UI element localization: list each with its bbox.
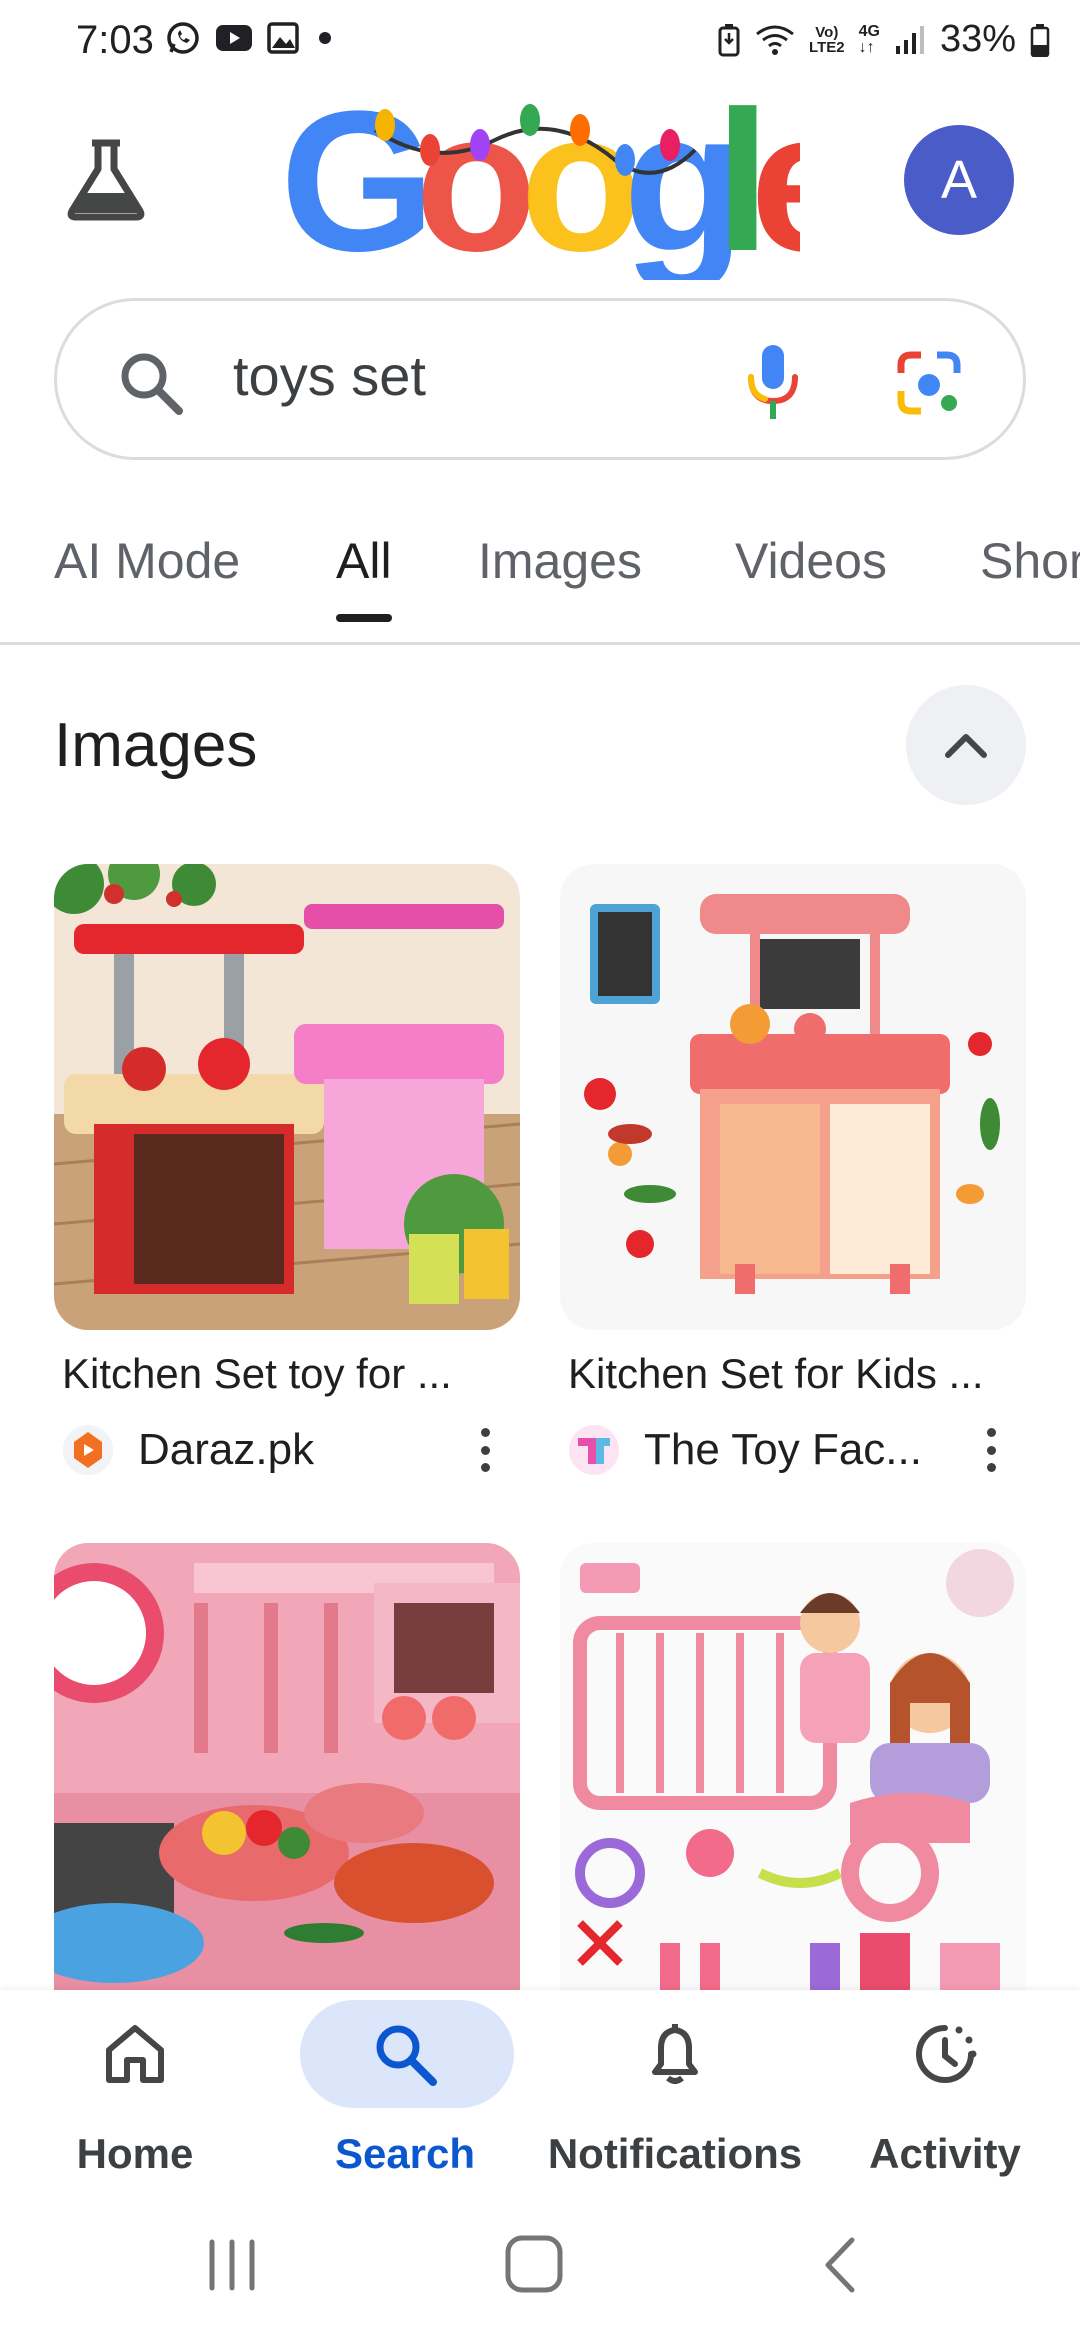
network-label: Vo) LTE2: [809, 23, 845, 56]
account-avatar[interactable]: A: [904, 125, 1014, 235]
kitchen-set-image: [54, 864, 520, 1330]
pink-kitchen-closeup-image: [54, 1543, 520, 1990]
image-caption[interactable]: Kitchen Set toy for ...: [54, 1350, 520, 1398]
image-result-card[interactable]: [54, 1543, 520, 1990]
gallery-icon: [267, 22, 299, 54]
svg-text:e: e: [750, 100, 800, 280]
status-bar: 7:03 Vo) LTE2 4G ↓↑ 33%: [0, 0, 1080, 80]
doodle-lights: G o o g l e: [280, 70, 865, 293]
source-name: Daraz.pk: [138, 1425, 315, 1474]
header: G o o g l e A: [0, 70, 1080, 293]
image-result-card[interactable]: Kitchen Set toy for ... Daraz.pk: [54, 864, 520, 1476]
battery-saver-icon: [718, 23, 740, 56]
svg-text:G: G: [280, 100, 426, 280]
image-thumbnail[interactable]: [54, 1543, 520, 1990]
google-lens-icon[interactable]: [895, 349, 963, 417]
labs-flask-icon[interactable]: [62, 135, 150, 223]
search-bar[interactable]: toys set: [54, 298, 1026, 460]
activity-history-icon: [916, 2025, 977, 2083]
search-tabs: AI Mode All Images Videos Shor: [0, 520, 1080, 645]
tab-ai-mode[interactable]: AI Mode: [54, 532, 240, 590]
signal-icon: [895, 25, 924, 54]
bottom-navigation: Home Search Notifications Activity: [0, 1990, 1080, 2190]
system-navigation: [0, 2190, 1080, 2340]
source-name: The Toy Fac...: [644, 1425, 922, 1474]
nav-notifications-label: Notifications: [547, 2130, 803, 2177]
notification-icons: [165, 20, 337, 56]
battery-percent: 33%: [939, 18, 1016, 60]
image-source[interactable]: The Toy Fac...: [560, 1424, 1026, 1476]
recent-apps-icon[interactable]: [192, 2230, 272, 2300]
status-time: 7:03: [76, 18, 154, 62]
microphone-icon[interactable]: [743, 343, 803, 421]
chevron-up-icon: [945, 734, 987, 758]
images-section-title: Images: [54, 711, 258, 780]
image-caption[interactable]: Kitchen Set for Kids ...: [560, 1350, 1026, 1398]
image-thumbnail[interactable]: [560, 1543, 1026, 1990]
network-gen: 4G ↓↑: [858, 22, 880, 56]
status-right: Vo) LTE2 4G ↓↑ 33%: [717, 18, 1050, 61]
image-thumbnail[interactable]: [560, 864, 1026, 1330]
tab-images[interactable]: Images: [478, 532, 642, 590]
home-icon: [106, 2025, 164, 2083]
tab-shorts[interactable]: Shor: [980, 532, 1080, 590]
search-icon: [376, 2025, 437, 2086]
google-doodle-logo[interactable]: G o o g l e: [280, 70, 865, 293]
nav-home-label: Home: [76, 2130, 194, 2177]
daraz-favicon-icon: [63, 1425, 113, 1475]
more-options-icon[interactable]: [470, 1428, 500, 1472]
doll-set-image: [560, 1543, 1026, 1990]
tab-all-label: All: [336, 533, 392, 589]
wifi-icon: [756, 25, 794, 55]
nav-activity-label: Activity: [869, 2130, 1021, 2177]
nav-home[interactable]: Home: [0, 1990, 270, 2190]
home-button-icon[interactable]: [494, 2230, 574, 2300]
tab-videos[interactable]: Videos: [735, 532, 887, 590]
bell-icon: [652, 2024, 698, 2084]
whatsapp-icon: [167, 22, 199, 54]
search-input[interactable]: toys set: [233, 343, 426, 408]
nav-activity[interactable]: Activity: [810, 1990, 1080, 2190]
pink-kitchen-image: [560, 864, 1026, 1330]
dot-icon: [319, 32, 331, 44]
avatar-letter: A: [940, 150, 978, 210]
toy-factory-favicon-icon: [569, 1425, 619, 1475]
youtube-icon: [216, 25, 252, 51]
tab-all[interactable]: All: [336, 532, 392, 622]
image-thumbnail[interactable]: [54, 864, 520, 1330]
image-result-card[interactable]: Kitchen Set for Kids ... The Toy Fac...: [560, 864, 1026, 1476]
more-options-icon[interactable]: [976, 1428, 1006, 1472]
active-tab-indicator: [336, 614, 392, 622]
image-result-card[interactable]: [560, 1543, 1026, 1990]
back-icon[interactable]: [800, 2230, 880, 2300]
battery-icon: [1030, 23, 1050, 57]
nav-search[interactable]: Search: [270, 1990, 540, 2190]
image-source[interactable]: Daraz.pk: [54, 1424, 520, 1476]
nav-search-label: Search: [334, 2130, 476, 2177]
nav-notifications[interactable]: Notifications: [540, 1990, 810, 2190]
collapse-button[interactable]: [906, 685, 1026, 805]
search-icon: [121, 353, 183, 415]
svg-text:o: o: [415, 100, 530, 280]
